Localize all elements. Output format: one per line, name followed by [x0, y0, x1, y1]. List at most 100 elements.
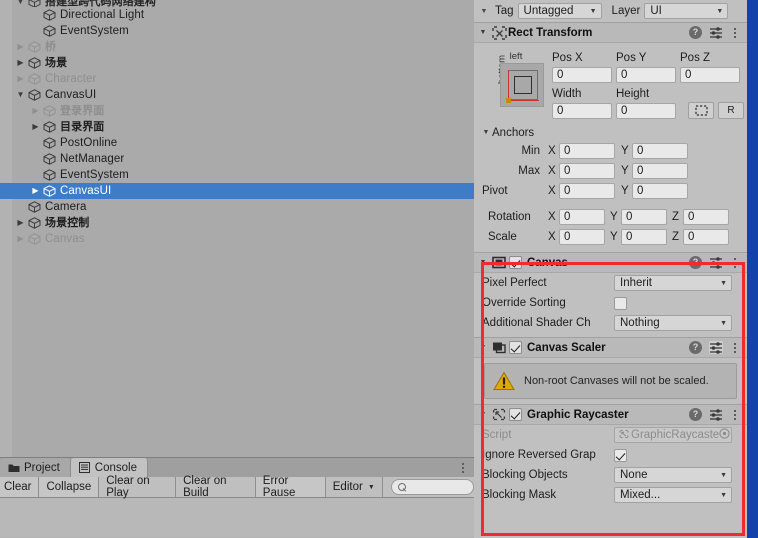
foldout-arrow-icon[interactable]: ▼ — [476, 344, 490, 351]
component-menu-kebab-icon[interactable] — [730, 256, 740, 269]
chevron-right-icon[interactable]: ▶ — [14, 215, 27, 231]
component-menu-kebab-icon[interactable] — [730, 26, 740, 39]
hierarchy-item[interactable]: ▶ CanvasUI — [0, 183, 474, 199]
pivot-x-input[interactable]: 0 — [559, 183, 615, 199]
pivot-y-input[interactable]: 0 — [632, 183, 688, 199]
rotation-y-input[interactable]: 0 — [621, 209, 667, 225]
height-input[interactable]: 0 — [616, 102, 676, 119]
help-icon[interactable]: ? — [689, 256, 702, 269]
axis-y-label: Y — [621, 145, 629, 157]
console-search-input[interactable] — [390, 479, 474, 495]
preset-icon[interactable] — [709, 26, 723, 39]
tab-project[interactable]: Project — [0, 458, 71, 477]
pos-x-label: Pos X — [552, 51, 583, 64]
graphic-raycaster-header[interactable]: ▼ Graphic Raycaster ? — [474, 404, 747, 425]
help-icon[interactable]: ? — [689, 341, 702, 354]
rotation-x-input[interactable]: 0 — [559, 209, 605, 225]
hierarchy-item[interactable]: · Camera — [0, 199, 474, 215]
clear-button[interactable]: Clear — [0, 477, 40, 497]
scale-z-input[interactable]: 0 — [683, 229, 729, 245]
canvas-enabled-checkbox[interactable] — [509, 256, 522, 269]
hierarchy-item[interactable]: · Directional Light — [0, 7, 474, 23]
panel-menu-kebab-icon[interactable] — [457, 461, 469, 475]
pos-y-input[interactable]: 0 — [616, 66, 676, 83]
clear-on-play-button[interactable]: Clear on Play — [99, 475, 177, 499]
help-icon[interactable]: ? — [689, 26, 702, 39]
console-toolbar[interactable]: Clear Collapse Clear on Play Clear on Bu… — [0, 475, 474, 499]
console-log-area[interactable] — [0, 498, 474, 537]
hierarchy-item[interactable]: ▼ 搭建型跨代码网络建构 — [0, 0, 474, 7]
preset-icon[interactable] — [709, 408, 723, 421]
scale-x-input[interactable]: 0 — [559, 229, 605, 245]
chevron-right-icon[interactable]: ▶ — [29, 119, 42, 135]
width-input[interactable]: 0 — [552, 102, 612, 119]
hierarchy-item[interactable]: · EventSystem — [0, 167, 474, 183]
graphic-raycaster-enabled-checkbox[interactable] — [509, 408, 522, 421]
hierarchy-item[interactable]: ▶ 桥 — [0, 39, 474, 55]
additional-shader-channels-dropdown[interactable]: Nothing ▼ — [614, 315, 732, 331]
hierarchy-item[interactable]: ▶ 场景控制 — [0, 215, 474, 231]
pos-z-input[interactable]: 0 — [680, 66, 740, 83]
raw-edit-mode-button[interactable]: R — [718, 102, 744, 119]
anchor-max-x-input[interactable]: 0 — [559, 163, 615, 179]
override-sorting-checkbox[interactable] — [614, 296, 627, 310]
foldout-arrow-icon[interactable]: ▼ — [476, 259, 490, 266]
hierarchy-item[interactable]: · EventSystem — [0, 23, 474, 39]
anchor-min-x-input[interactable]: 0 — [559, 143, 615, 159]
chevron-down-icon[interactable]: ▼ — [14, 87, 27, 103]
object-picker-icon[interactable] — [719, 428, 730, 442]
canvas-title: Canvas — [527, 256, 568, 269]
chevron-down-icon[interactable]: ▼ — [14, 0, 27, 7]
rect-transform-header[interactable]: ▼ Rect Transform ? — [474, 22, 747, 43]
chevron-right-icon[interactable]: ▶ — [14, 231, 27, 247]
foldout-arrow-icon[interactable]: ▼ — [476, 411, 490, 418]
editor-dropdown[interactable]: Editor ▼ — [325, 477, 383, 497]
ignore-reversed-graphics-checkbox[interactable] — [614, 448, 627, 462]
preset-icon[interactable] — [709, 341, 723, 354]
canvas-scaler-enabled-checkbox[interactable] — [509, 341, 522, 354]
anchors-foldout[interactable]: ▼ Anchors — [474, 124, 747, 141]
chevron-right-icon[interactable]: ▶ — [14, 39, 27, 55]
collapse-button[interactable]: Collapse — [39, 477, 100, 497]
hierarchy-item[interactable]: · PostOnline — [0, 135, 474, 151]
preset-icon[interactable] — [709, 256, 723, 269]
clear-on-build-button[interactable]: Clear on Build — [176, 475, 256, 499]
inspector-panel[interactable]: ▼ Tag Untagged ▼ Layer UI ▼ ▼ Rect Trans… — [474, 0, 747, 538]
layer-dropdown[interactable]: UI ▼ — [644, 3, 729, 19]
hierarchy-item[interactable]: ▶ 目录界面 — [0, 119, 474, 135]
bottom-tab-strip[interactable]: Project Console — [0, 457, 474, 477]
foldout-arrow-icon[interactable]: ▼ — [480, 129, 492, 136]
component-menu-kebab-icon[interactable] — [730, 341, 740, 354]
pixel-perfect-dropdown[interactable]: Inherit ▼ — [614, 275, 732, 291]
hierarchy-item[interactable]: ▶ Character — [0, 71, 474, 87]
canvas-scaler-header[interactable]: ▼ Canvas Scaler ? — [474, 337, 747, 358]
hierarchy-item[interactable]: ▶ 场景 — [0, 55, 474, 71]
hierarchy-tree[interactable]: ▼搭建型跨代码网络建构·Directional Light·EventSyste… — [0, 0, 474, 247]
component-menu-kebab-icon[interactable] — [730, 408, 740, 421]
chevron-right-icon[interactable]: ▶ — [14, 55, 27, 71]
canvas-header[interactable]: ▼ Canvas ? — [474, 252, 747, 273]
chevron-right-icon[interactable]: ▶ — [29, 103, 42, 119]
anchor-min-y-input[interactable]: 0 — [632, 143, 688, 159]
script-object-field[interactable]: GraphicRaycaste — [614, 427, 732, 443]
blueprint-mode-button[interactable] — [688, 102, 714, 119]
hierarchy-panel[interactable]: ▼搭建型跨代码网络建构·Directional Light·EventSyste… — [0, 0, 474, 457]
position-labels-row: Pos X Pos Y Pos Z — [552, 50, 747, 65]
pos-x-input[interactable]: 0 — [552, 66, 612, 83]
tag-dropdown[interactable]: Untagged ▼ — [517, 3, 602, 19]
chevron-right-icon[interactable]: ▶ — [14, 71, 27, 87]
blocking-objects-dropdown[interactable]: None ▼ — [614, 467, 732, 483]
chevron-right-icon[interactable]: ▶ — [29, 183, 42, 199]
hierarchy-item[interactable]: ▼ CanvasUI — [0, 87, 474, 103]
blocking-mask-dropdown[interactable]: Mixed... ▼ — [614, 487, 732, 503]
help-icon[interactable]: ? — [689, 408, 702, 421]
hierarchy-item[interactable]: ▶ Canvas — [0, 231, 474, 247]
error-pause-button[interactable]: Error Pause — [255, 475, 326, 499]
scale-y-input[interactable]: 0 — [621, 229, 667, 245]
hierarchy-item[interactable]: ▶ 登录界面 — [0, 103, 474, 119]
anchor-preset-widget[interactable]: left bottom — [486, 51, 546, 107]
anchor-max-y-input[interactable]: 0 — [632, 163, 688, 179]
rotation-z-input[interactable]: 0 — [683, 209, 729, 225]
hierarchy-item[interactable]: · NetManager — [0, 151, 474, 167]
foldout-arrow-icon[interactable]: ▼ — [476, 29, 490, 36]
